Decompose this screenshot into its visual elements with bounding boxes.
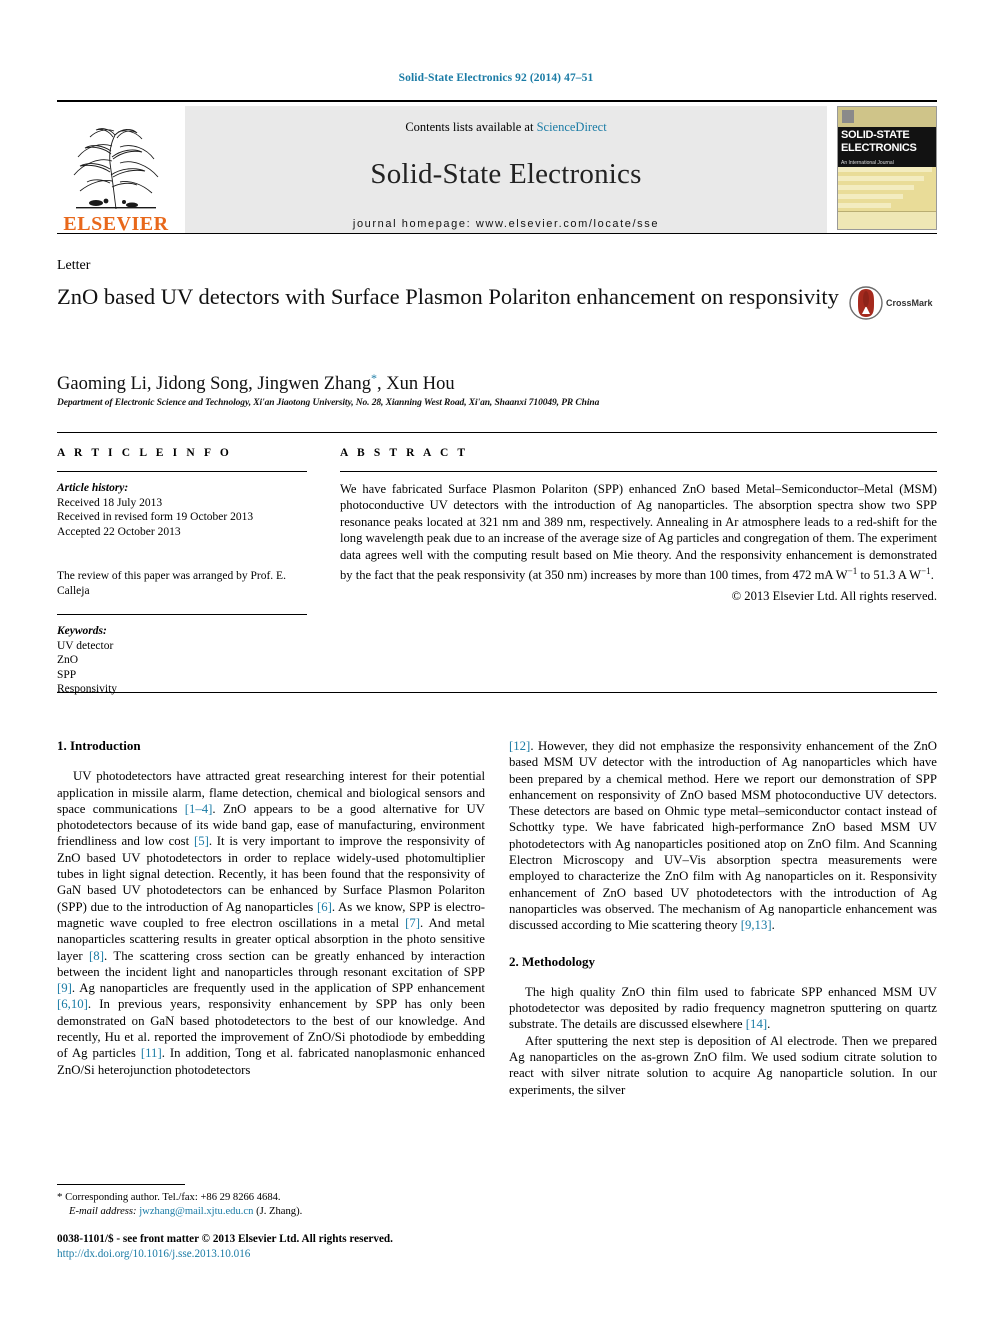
footnote-block: * Corresponding author. Tel./fax: +86 29…	[57, 1190, 477, 1219]
citation-14[interactable]: [14]	[746, 1017, 767, 1031]
sciencedirect-link[interactable]: ScienceDirect	[537, 120, 607, 134]
citation-1-4[interactable]: [1–4]	[185, 802, 213, 816]
intro-text-k: .	[771, 918, 775, 933]
citation-12[interactable]: [12]	[509, 739, 530, 753]
article-info-column: A R T I C L E I N F O Article history: R…	[57, 447, 307, 697]
article-history: Article history: Received 18 July 2013 R…	[57, 481, 307, 539]
keywords-label: Keywords:	[57, 625, 107, 637]
cover-stripes	[838, 167, 936, 211]
keyword-item: ZnO	[57, 654, 79, 666]
intro-paragraph-right: [12]. However, they did not emphasize th…	[509, 738, 937, 934]
crossmark-badge[interactable]: CrossMark	[849, 285, 935, 321]
abstract-text-mid: to 51.3 A W	[857, 568, 922, 583]
cover-title-block: SOLID-STATE ELECTRONICS An International…	[838, 127, 936, 167]
method-paragraph-1: The high quality ZnO thin film used to f…	[509, 984, 937, 1033]
crossmark-label: CrossMark	[886, 298, 933, 308]
crossmark-icon	[849, 286, 883, 320]
history-received: Received 18 July 2013	[57, 496, 163, 509]
abstract-copyright: © 2013 Elsevier Ltd. All rights reserved…	[731, 588, 937, 603]
article-info-divider	[57, 471, 307, 472]
journal-cover-thumbnail: SOLID-STATE ELECTRONICS An International…	[837, 106, 937, 230]
email-link[interactable]: jwzhang@mail.xjtu.edu.cn	[139, 1206, 253, 1217]
citation-9-13[interactable]: [9,13]	[741, 918, 772, 932]
doi-link[interactable]: http://dx.doi.org/10.1016/j.sse.2013.10.…	[57, 1248, 250, 1260]
cover-title-line2: ELECTRONICS	[841, 142, 917, 154]
journal-band: Contents lists available at ScienceDirec…	[185, 106, 827, 234]
keywords-divider	[57, 614, 307, 615]
author-list: Gaoming Li, Jidong Song, Jingwen Zhang*,…	[57, 371, 455, 395]
title-divider	[57, 233, 937, 234]
citation-9[interactable]: [9]	[57, 981, 72, 995]
abstract-divider	[340, 471, 937, 472]
citation-6[interactable]: [6]	[317, 900, 332, 914]
authors-main: Gaoming Li, Jidong Song, Jingwen Zhang	[57, 374, 371, 395]
citation-6-10[interactable]: [6,10]	[57, 997, 88, 1011]
keyword-item: Responsivity	[57, 683, 118, 695]
authors-tail: , Xun Hou	[376, 374, 455, 395]
keyword-item: SPP	[57, 668, 77, 681]
editor-note: The review of this paper was arranged by…	[57, 570, 286, 597]
keyword-item: UV detector	[57, 639, 114, 652]
abstract-body: We have fabricated Surface Plasmon Polar…	[340, 481, 937, 584]
citation-5[interactable]: [5]	[194, 834, 209, 848]
citation-11[interactable]: [11]	[141, 1046, 162, 1060]
method-text-a: The high quality ZnO thin film used to f…	[509, 984, 937, 1032]
elsevier-logo: ELSEVIER	[57, 106, 175, 234]
journal-homepage[interactable]: journal homepage: www.elsevier.com/locat…	[185, 218, 827, 230]
abstract-text-end: .	[930, 568, 934, 583]
footnote-star: *	[57, 1191, 63, 1203]
journal-masthead: ELSEVIER Contents lists available at Sci…	[57, 100, 937, 234]
body-column-right: [12]. However, they did not emphasize th…	[509, 738, 937, 1098]
elsevier-wordmark: ELSEVIER	[63, 213, 169, 235]
abstract-unit-exponent-2: −1	[921, 566, 931, 577]
journal-title: Solid-State Electronics	[370, 158, 642, 190]
contents-available-line: Contents lists available at ScienceDirec…	[185, 106, 827, 135]
section-title-introduction: 1. Introduction	[57, 738, 141, 753]
intro-text-j: . However, they did not emphasize the re…	[509, 739, 937, 933]
cover-title-line1: SOLID-STATE	[841, 129, 910, 141]
article-type: Letter	[57, 258, 91, 273]
article-info-heading: A R T I C L E I N F O	[57, 447, 232, 459]
citation-7[interactable]: [7]	[405, 916, 420, 930]
email-owner: (J. Zhang).	[256, 1206, 303, 1217]
paper-page: Solid-State Electronics 92 (2014) 47–51	[0, 0, 992, 1323]
page-title: ZnO based UV detectors with Surface Plas…	[57, 284, 839, 309]
intro-text-f: . The scattering cross section can be gr…	[57, 948, 485, 979]
elsevier-tree-icon	[73, 128, 159, 210]
issn-copyright-line: 0038-1101/$ - see front matter © 2013 El…	[57, 1233, 393, 1245]
method-paragraph-2: After sputtering the next step is deposi…	[509, 1033, 937, 1097]
section-title-methodology: 2. Methodology	[509, 953, 595, 969]
body-column-left: 1. Introduction UV photodetectors have a…	[57, 738, 485, 1078]
corresponding-author-note: Corresponding author. Tel./fax: +86 29 8…	[65, 1192, 281, 1203]
abstract-heading: A B S T R A C T	[340, 447, 469, 459]
running-head: Solid-State Electronics 92 (2014) 47–51	[398, 72, 594, 84]
citation-8[interactable]: [8]	[89, 949, 104, 963]
article-history-label: Article history:	[57, 482, 129, 494]
info-band-top-divider	[57, 432, 937, 433]
email-label: E-mail address:	[69, 1206, 137, 1217]
keywords-block: Keywords: UV detector ZnO SPP Responsivi…	[57, 624, 307, 697]
abstract-unit-exponent-1: −1	[847, 566, 858, 577]
footnote-divider	[57, 1184, 185, 1185]
history-accepted: Accepted 22 October 2013	[57, 525, 181, 538]
affiliation: Department of Electronic Science and Tec…	[57, 398, 600, 408]
info-band-bottom-divider	[57, 692, 937, 693]
contents-prefix: Contents lists available at	[405, 120, 537, 134]
method-text-b: .	[767, 1017, 771, 1032]
intro-text-g: . Ag nanoparticles are frequently used i…	[71, 981, 485, 996]
abstract-column: A B S T R A C T We have fabricated Surfa…	[340, 447, 937, 604]
cover-footer	[838, 211, 936, 229]
history-revised: Received in revised form 19 October 2013	[57, 511, 254, 523]
intro-paragraph-left: UV photodetectors have attracted great r…	[57, 768, 485, 1078]
